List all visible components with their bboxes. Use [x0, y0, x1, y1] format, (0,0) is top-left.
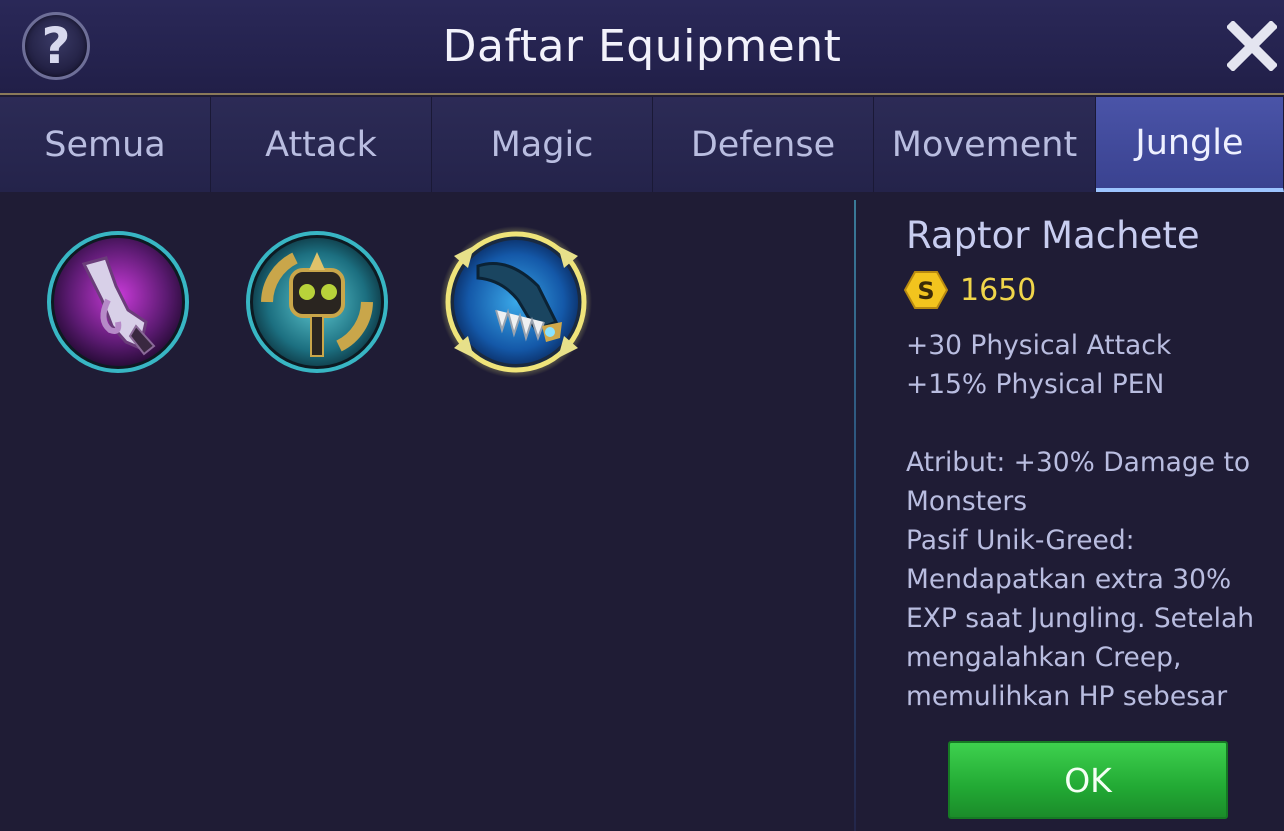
item-slot-raptor-machete[interactable] [438, 226, 594, 378]
close-button[interactable] [1222, 16, 1282, 76]
dialog-header: ? Daftar Equipment [0, 0, 1284, 95]
item-slot-purple-blade[interactable] [46, 230, 190, 374]
spiked-mace-icon [246, 231, 388, 373]
tab-defense[interactable]: Defense [653, 97, 874, 192]
item-price: 1650 [960, 272, 1037, 308]
tab-label: Jungle [1135, 122, 1244, 163]
tab-semua[interactable]: Semua [0, 97, 211, 192]
equipment-list-dialog: ? Daftar Equipment Semua Attack Magic De… [0, 0, 1284, 831]
item-grid [0, 192, 854, 831]
dialog-title: Daftar Equipment [442, 20, 842, 72]
category-tabs: Semua Attack Magic Defense Movement Jung… [0, 97, 1284, 192]
tab-jungle[interactable]: Jungle [1096, 97, 1284, 192]
item-name: Raptor Machete [906, 214, 1200, 257]
ok-label: OK [1064, 760, 1112, 800]
tab-magic[interactable]: Magic [432, 97, 653, 192]
raptor-machete-icon [440, 226, 592, 378]
item-description: +30 Physical Attack +15% Physical PEN At… [906, 330, 1255, 706]
close-icon [1227, 21, 1277, 71]
purple-blade-icon [47, 231, 189, 373]
gold-coin-icon: S [904, 271, 948, 309]
tab-label: Movement [891, 124, 1078, 165]
item-details-panel: Raptor Machete S 1650 +30 Physical Attac… [856, 192, 1284, 831]
ok-button[interactable]: OK [948, 741, 1228, 819]
tab-label: Defense [690, 124, 836, 165]
item-price-row: S 1650 [904, 270, 1036, 310]
tab-label: Magic [490, 124, 594, 165]
tab-label: Attack [265, 124, 377, 165]
item-slot-spiked-mace[interactable] [245, 230, 389, 374]
svg-text:S: S [917, 277, 934, 305]
tab-movement[interactable]: Movement [874, 97, 1096, 192]
tab-attack[interactable]: Attack [211, 97, 432, 192]
tab-label: Semua [44, 124, 166, 165]
